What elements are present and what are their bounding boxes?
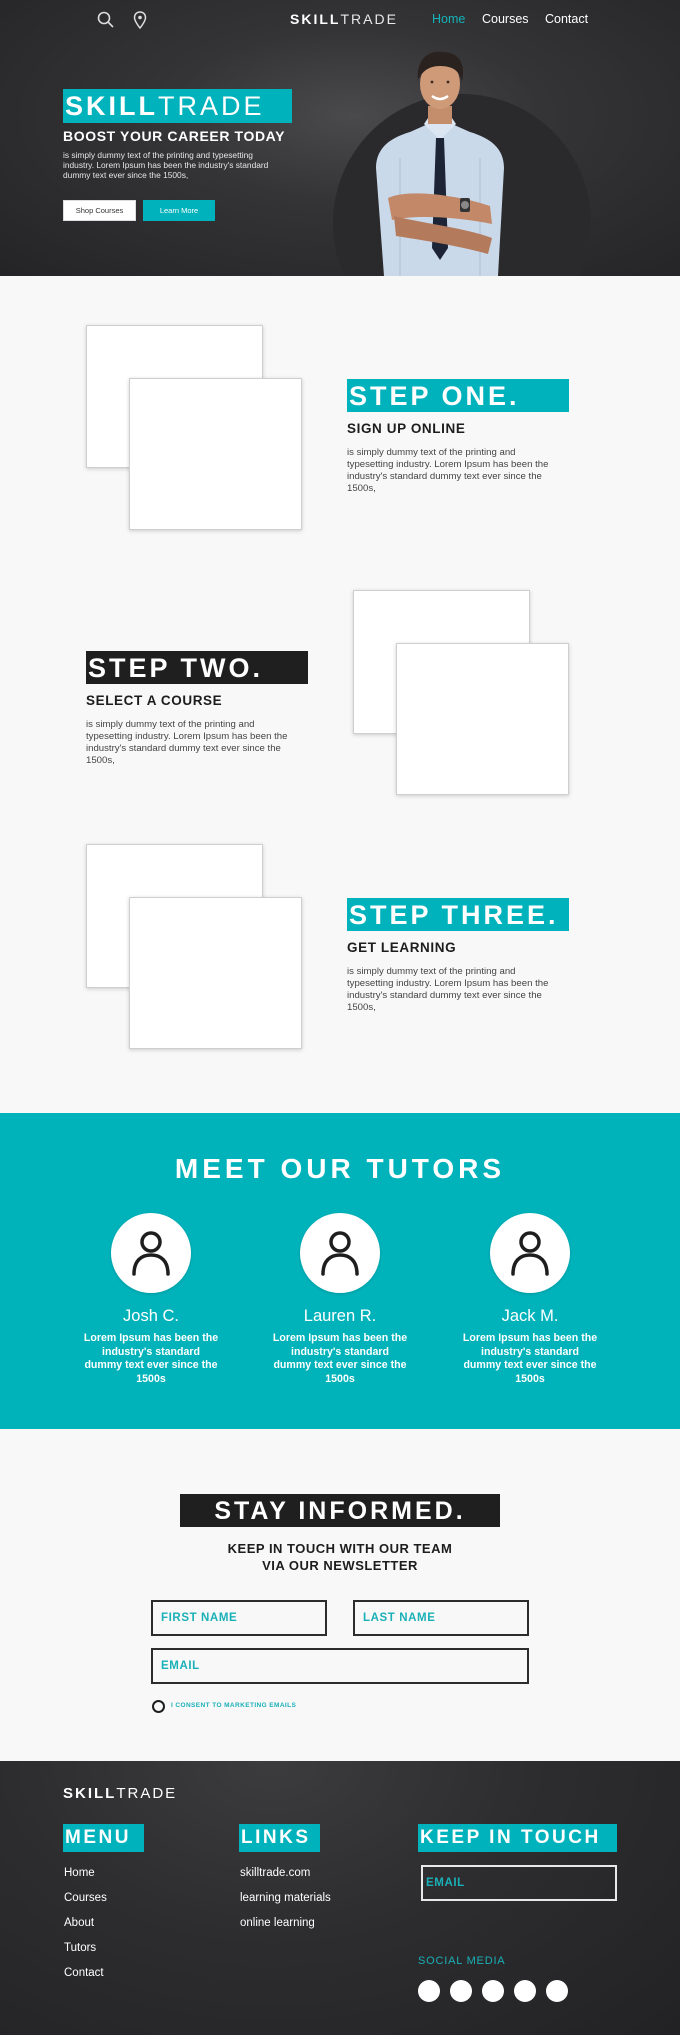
tutor-card[interactable]: Jack M. Lorem Ipsum has been the industr… (455, 1213, 605, 1386)
footer-keep-in-touch-title: KEEP IN TOUCH (418, 1824, 617, 1852)
hero-title: BOOST YOUR CAREER TODAY (63, 128, 286, 144)
user-icon (511, 1231, 549, 1276)
nav-link-home[interactable]: Home (432, 12, 465, 26)
newsletter-subtitle-line1: KEEP IN TOUCH WITH OUR TEAM (227, 1541, 453, 1556)
step-one-label: STEP ONE. (347, 379, 569, 412)
step-three-image-front (129, 897, 302, 1049)
footer-link-learning-materials[interactable]: learning materials (240, 1892, 331, 1904)
tutor-bio: Lorem Ipsum has been the industry's stan… (272, 1332, 408, 1385)
search-icon[interactable] (96, 10, 116, 30)
step-one-subtitle: SIGN UP ONLINE (347, 421, 466, 436)
hero-brand-banner: SKILLTRADE (63, 89, 292, 123)
nav-link-contact[interactable]: Contact (545, 12, 588, 26)
footer-email-input[interactable] (421, 1865, 617, 1901)
social-icon-3[interactable] (482, 1980, 504, 2002)
avatar (490, 1213, 570, 1293)
consent-label[interactable]: I CONSENT TO MARKETING EMAILS (171, 1702, 296, 1709)
tutor-bio: Lorem Ipsum has been the industry's stan… (462, 1332, 598, 1385)
social-media-label: SOCIAL MEDIA (418, 1955, 506, 1967)
tutor-bio: Lorem Ipsum has been the industry's stan… (83, 1332, 219, 1385)
social-icon-4[interactable] (514, 1980, 536, 2002)
tutors-title: MEET OUR TUTORS (174, 1153, 506, 1184)
step-one-description: is simply dummy text of the printing and… (347, 447, 549, 494)
footer-link-online-learning[interactable]: online learning (240, 1917, 315, 1929)
step-two-subtitle: SELECT A COURSE (86, 693, 223, 708)
learn-more-button[interactable]: Learn More (143, 200, 215, 221)
social-icon-5[interactable] (546, 1980, 568, 2002)
step-three-subtitle: GET LEARNING (347, 940, 457, 955)
footer-menu-title: MENU (63, 1824, 144, 1852)
hero-brand-bold: SKILL (65, 91, 158, 121)
tutor-name: Jack M. (501, 1307, 559, 1325)
hero-person-image (376, 51, 504, 276)
footer-menu-home[interactable]: Home (64, 1867, 95, 1879)
footer-menu-about[interactable]: About (64, 1917, 94, 1929)
social-icon-1[interactable] (418, 1980, 440, 2002)
avatar (300, 1213, 380, 1293)
shop-courses-button[interactable]: Shop Courses (63, 200, 136, 221)
first-name-input[interactable] (151, 1600, 327, 1636)
nav-link-courses[interactable]: Courses (482, 12, 529, 26)
last-name-input[interactable] (353, 1600, 529, 1636)
newsletter-subtitle: KEEP IN TOUCH WITH OUR TEAM VIA OUR NEWS… (0, 1540, 680, 1574)
hero-section: SKILLTRADE Home Courses Contact SKILLTRA… (0, 0, 680, 276)
footer-logo-light: TRADE (116, 1785, 178, 1802)
step-two-description: is simply dummy text of the printing and… (86, 719, 288, 766)
footer-logo[interactable]: SKILLTRADE (63, 1785, 177, 1802)
step-three-label: STEP THREE. (347, 898, 569, 931)
step-one-image-front (129, 378, 302, 530)
tutor-name: Lauren R. (303, 1307, 377, 1325)
footer-logo-bold: SKILL (63, 1785, 117, 1802)
footer-link-skilltrade[interactable]: skilltrade.com (240, 1867, 310, 1879)
footer-menu-tutors[interactable]: Tutors (64, 1942, 96, 1954)
newsletter-subtitle-line2: VIA OUR NEWSLETTER (262, 1558, 418, 1573)
user-icon (132, 1231, 170, 1276)
tutor-card[interactable]: Josh C. Lorem Ipsum has been the industr… (76, 1213, 226, 1386)
nav-logo-light: TRADE (340, 11, 398, 27)
social-icon-2[interactable] (450, 1980, 472, 2002)
avatar (111, 1213, 191, 1293)
location-pin-icon[interactable] (130, 10, 150, 30)
newsletter-title: STAY INFORMED. (180, 1494, 500, 1527)
step-two-image-front (396, 643, 569, 795)
newsletter-email-input[interactable] (151, 1648, 529, 1684)
hero-description: is simply dummy text of the printing and… (63, 150, 269, 180)
hero-brand-light: TRADE (158, 91, 265, 121)
footer-menu-contact[interactable]: Contact (64, 1967, 104, 1979)
step-two-label: STEP TWO. (86, 651, 308, 684)
consent-radio[interactable] (152, 1700, 165, 1713)
tutors-section: MEET OUR TUTORS Josh C. Lorem Ipsum has … (0, 1113, 680, 1429)
nav-logo[interactable]: SKILLTRADE (290, 11, 398, 27)
nav-logo-bold: SKILL (290, 11, 341, 27)
footer: SKILLTRADE MENU Home Courses About Tutor… (0, 1761, 680, 2035)
tutor-name: Josh C. (123, 1307, 179, 1325)
step-three-description: is simply dummy text of the printing and… (347, 966, 549, 1013)
user-icon (321, 1231, 359, 1276)
footer-menu-courses[interactable]: Courses (64, 1892, 107, 1904)
tutor-card[interactable]: Lauren R. Lorem Ipsum has been the indus… (265, 1213, 415, 1386)
footer-links-title: LINKS (239, 1824, 320, 1852)
